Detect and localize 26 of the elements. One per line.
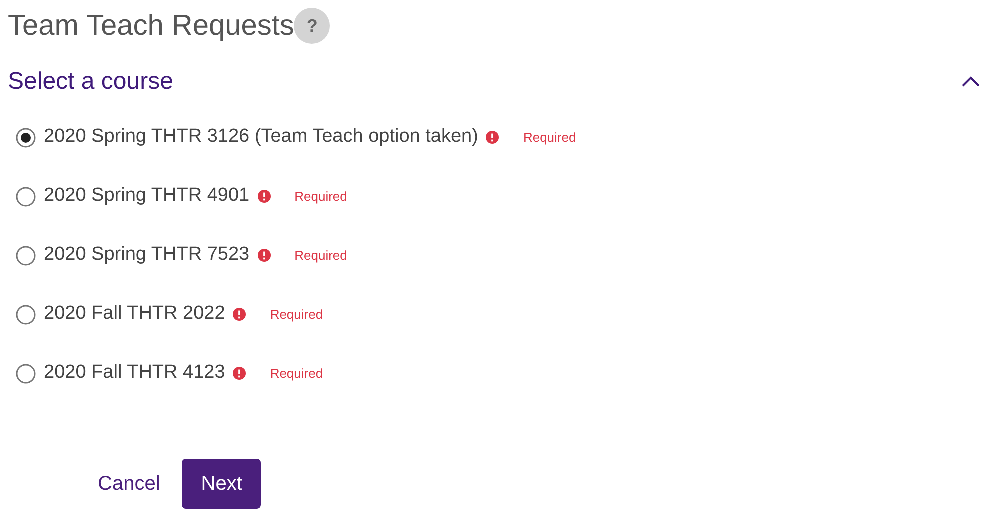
section-title: Select a course bbox=[8, 68, 174, 96]
error-icon bbox=[258, 249, 271, 262]
course-label[interactable]: 2020 Fall THTR 2022 bbox=[44, 300, 226, 329]
radio-button[interactable] bbox=[16, 304, 36, 324]
radio-button[interactable] bbox=[16, 364, 36, 384]
required-message: Required bbox=[270, 306, 324, 324]
page-title: Team Teach Requests bbox=[8, 8, 294, 44]
cancel-link[interactable]: Cancel bbox=[98, 469, 160, 499]
required-message: Required bbox=[294, 188, 348, 206]
error-icon bbox=[486, 131, 500, 144]
error-icon bbox=[233, 367, 246, 380]
radio-button[interactable] bbox=[16, 246, 36, 266]
course-label[interactable]: 2020 Fall THTR 4123 bbox=[44, 359, 226, 388]
collapse-chevron-icon[interactable] bbox=[961, 76, 981, 88]
radio-button[interactable] bbox=[16, 128, 36, 148]
error-icon bbox=[233, 308, 246, 321]
course-label[interactable]: 2020 Spring THTR 4901 bbox=[44, 182, 250, 211]
next-button[interactable]: Next bbox=[182, 459, 262, 509]
radio-button[interactable] bbox=[16, 186, 36, 206]
help-icon[interactable]: ? bbox=[294, 8, 330, 44]
course-label[interactable]: 2020 Spring THTR 7523 bbox=[44, 241, 250, 270]
course-label[interactable]: 2020 Spring THTR 3126 (Team Teach option taken) bbox=[44, 123, 478, 152]
required-message: Required bbox=[294, 246, 348, 265]
required-message: Required bbox=[270, 364, 324, 383]
required-message: Required bbox=[523, 128, 576, 147]
error-icon bbox=[258, 190, 271, 203]
